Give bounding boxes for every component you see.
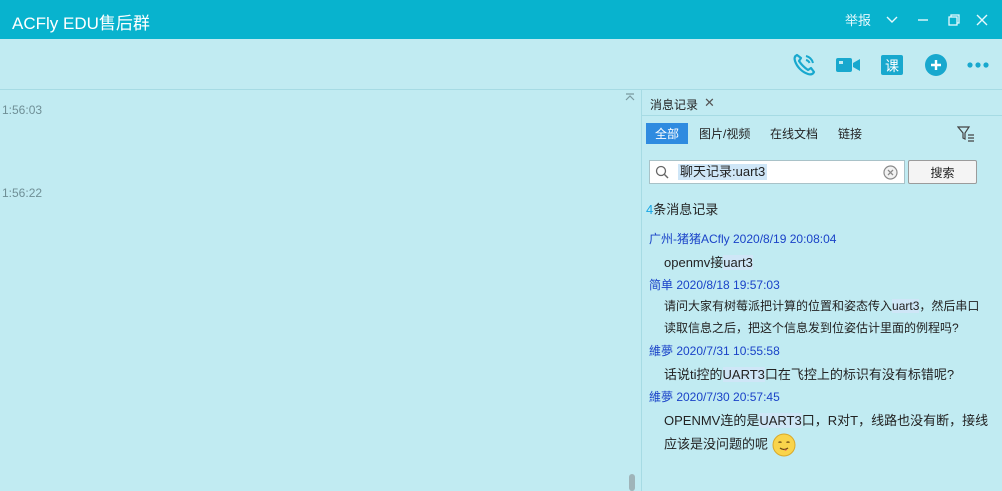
restore-icon[interactable] — [946, 0, 962, 39]
record-message[interactable]: 话说ti控的UART3口在飞控上的标识有没有标错呢? — [664, 364, 954, 383]
minimize-icon[interactable] — [915, 0, 931, 39]
filter-online-docs[interactable]: 在线文档 — [770, 123, 818, 144]
collapse-arrow-icon[interactable] — [625, 90, 635, 104]
record-message[interactable]: OPENMV连的是UART3口，R对T，线路也没有断，接线 — [664, 410, 988, 429]
record-message-line[interactable]: 应该是没问题的呢 — [664, 433, 796, 457]
report-button[interactable]: 举报 — [845, 0, 871, 39]
filter-images-videos[interactable]: 图片/视频 — [699, 123, 750, 144]
message-history-panel: 消息记录 ✕ 全部 图片/视频 在线文档 链接 聊天记录:uart3 搜索 4条… — [642, 90, 1002, 491]
close-tab-icon[interactable]: ✕ — [704, 95, 715, 111]
course-icon[interactable]: 课 — [879, 52, 905, 78]
record-sender[interactable]: 維夢 2020/7/30 20:57:45 — [649, 388, 780, 405]
record-sender[interactable]: 广州-猪猪ACfly 2020/8/19 20:08:04 — [649, 230, 836, 247]
window-title: ACFly EDU售后群 — [12, 14, 150, 33]
record-message[interactable]: 请问大家有树莓派把计算的位置和姿态传入uart3，然后串口 — [664, 297, 979, 314]
result-count: 4条消息记录 — [646, 199, 718, 218]
title-bar: ACFly EDU售后群 举报 — [0, 0, 1002, 39]
record-message[interactable]: openmv接uart3 — [664, 252, 753, 271]
video-call-icon[interactable] — [835, 52, 861, 78]
record-sender[interactable]: 简单 2020/8/18 19:57:03 — [649, 276, 780, 293]
history-search-input[interactable]: 聊天记录:uart3 — [649, 160, 905, 184]
smile-emoji-icon — [772, 433, 796, 457]
chat-area[interactable]: 1:56:03 1:56:22 — [0, 90, 641, 491]
record-message-line[interactable]: 读取信息之后，把这个信息发到位姿估计里面的例程吗? — [664, 319, 959, 336]
message-timestamp: 1:56:03 — [2, 103, 43, 117]
search-button[interactable]: 搜索 — [908, 160, 977, 184]
filter-funnel-icon[interactable] — [956, 126, 975, 142]
message-timestamp: 1:56:22 — [2, 186, 43, 200]
svg-text:课: 课 — [885, 59, 899, 75]
tab-message-history[interactable]: 消息记录 — [650, 96, 698, 113]
add-app-icon[interactable] — [923, 52, 949, 78]
clear-search-icon[interactable] — [883, 165, 898, 180]
tab-divider — [642, 115, 1002, 116]
result-count-label: 条消息记录 — [653, 202, 719, 217]
search-icon — [655, 165, 669, 179]
search-query: 聊天记录:uart3 — [678, 164, 768, 180]
phone-call-icon[interactable] — [791, 52, 817, 78]
record-sender[interactable]: 維夢 2020/7/31 10:55:58 — [649, 342, 780, 359]
more-icon[interactable] — [965, 52, 991, 78]
filter-all[interactable]: 全部 — [646, 123, 689, 144]
close-icon[interactable] — [974, 0, 990, 39]
filter-links[interactable]: 链接 — [838, 123, 862, 144]
chat-scrollbar-thumb[interactable] — [629, 474, 635, 491]
chevron-down-icon[interactable] — [884, 0, 900, 39]
